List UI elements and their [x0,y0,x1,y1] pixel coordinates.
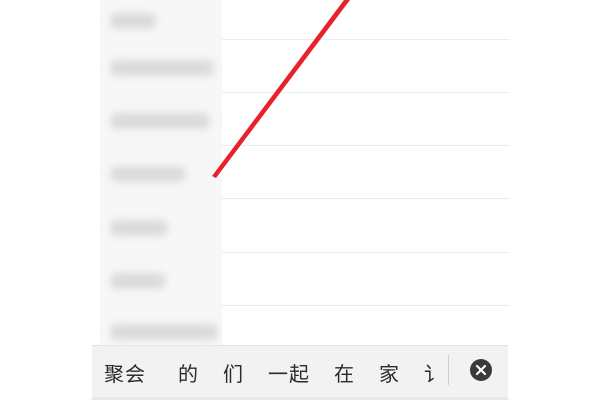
annotation-arrow-icon [212,0,350,178]
